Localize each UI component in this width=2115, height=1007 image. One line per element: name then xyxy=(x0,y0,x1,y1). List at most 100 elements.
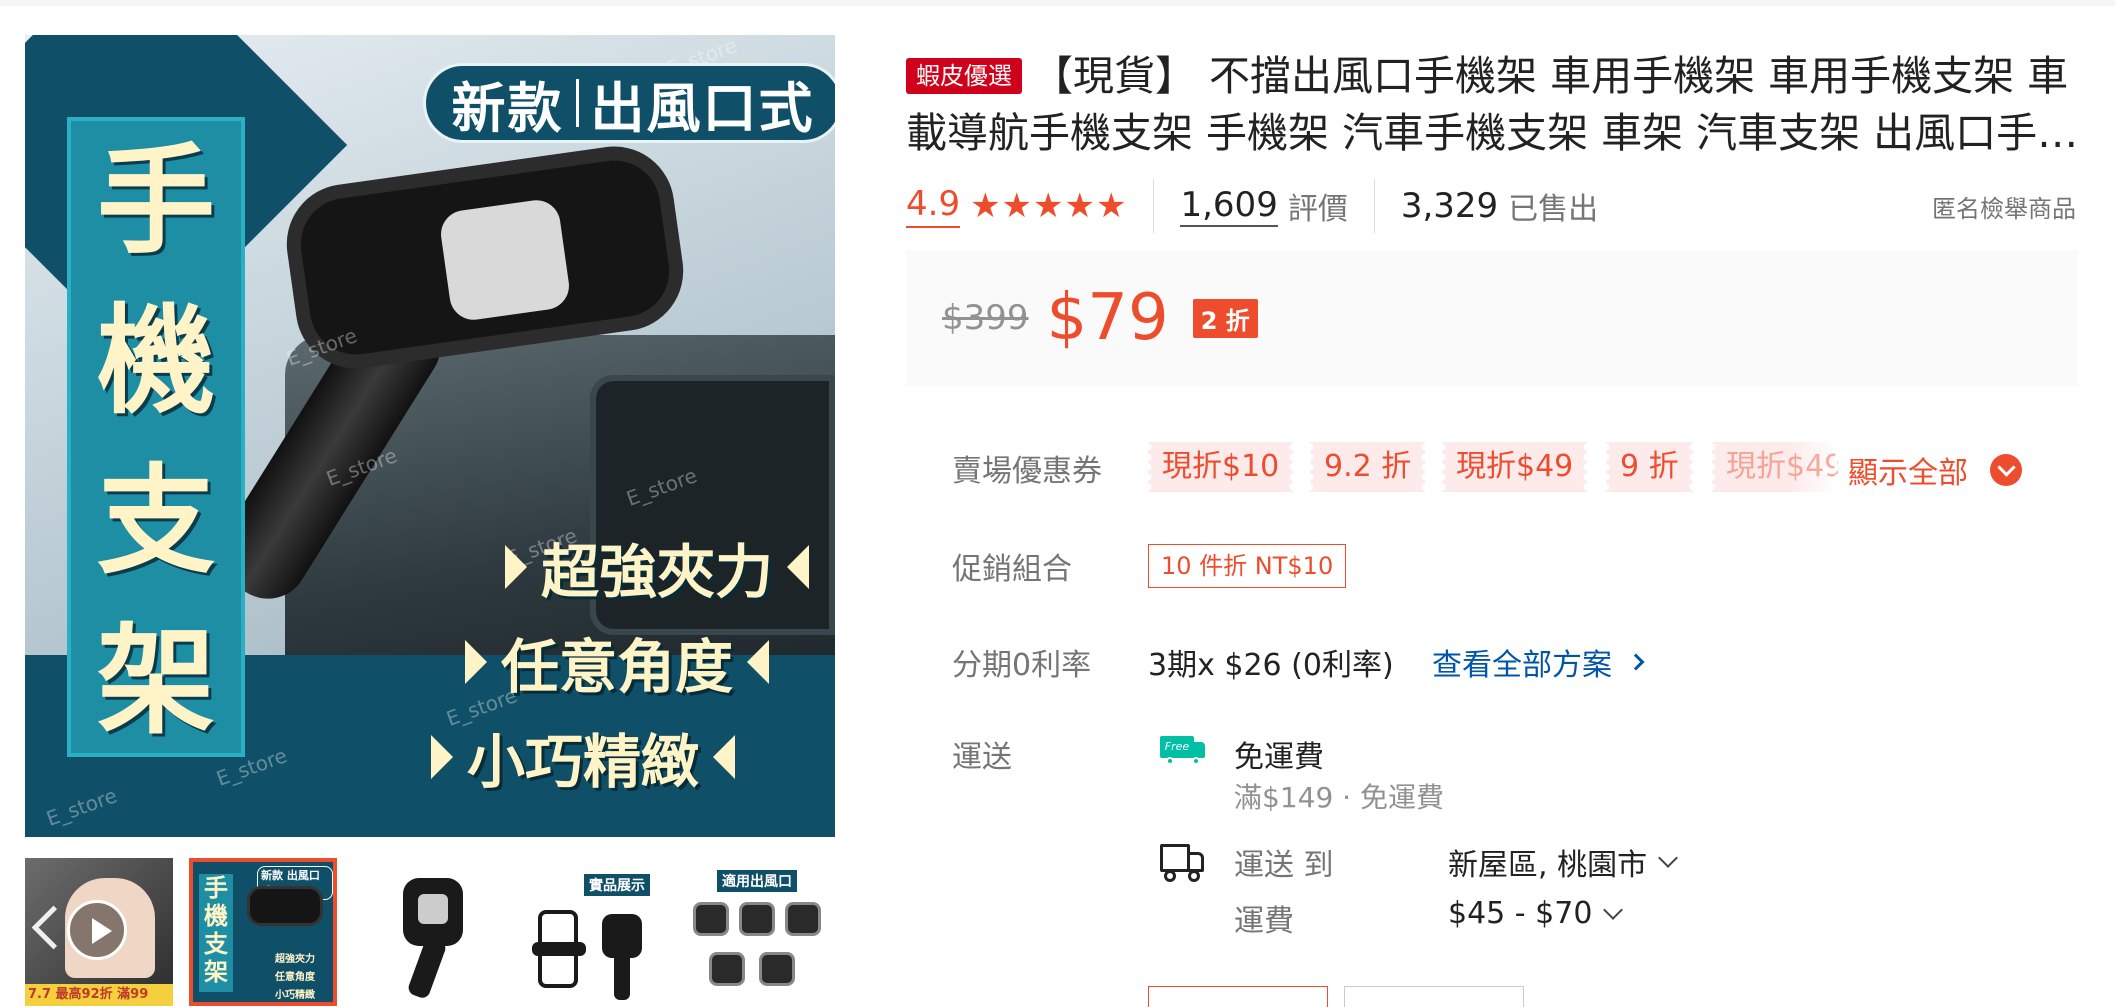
badge-separator xyxy=(575,79,579,127)
view-plans-text: 查看全部方案 xyxy=(1432,648,1612,683)
variant-option[interactable] xyxy=(1344,986,1524,1007)
divider xyxy=(1153,179,1155,233)
shop-vouchers-label: 賣場優惠券 xyxy=(952,454,1102,489)
vertical-title-char: 手 xyxy=(96,132,215,270)
product-title-block: 蝦皮優選 【現貨】 不擋出風口手機架 車用手機架 車用手機支架 車載導航手機支架 … xyxy=(906,48,2086,162)
shopee-choice-badge: 蝦皮優選 xyxy=(906,58,1022,94)
show-all-vouchers[interactable]: 顯示全部 xyxy=(1848,448,2022,492)
reviews-label: 評價 xyxy=(1287,192,1348,227)
thumbnail-vent-types[interactable]: 適用出風口 xyxy=(689,858,837,1006)
free-shipping-title: 免運費 xyxy=(1234,740,1324,775)
mini-feature: 小巧精緻 xyxy=(275,990,315,1001)
show-all-label: 顯示全部 xyxy=(1848,456,1968,491)
sold-label: 已售出 xyxy=(1508,192,1599,227)
wheel-shape xyxy=(1192,757,1200,765)
ship-to-selector[interactable]: 新屋區, 桃園市 xyxy=(1448,840,1678,884)
vent-shape xyxy=(693,902,729,936)
triangle-right-icon xyxy=(465,640,487,684)
mini-title-char: 架 xyxy=(204,958,228,986)
vertical-title-char: 架 xyxy=(96,612,215,750)
holder-arm-shape xyxy=(614,952,630,1000)
star-rating-icon: ★★★★★ xyxy=(970,186,1128,226)
vent-shape xyxy=(739,902,775,936)
vertical-title-char: 支 xyxy=(96,452,215,590)
wheel-shape xyxy=(1164,870,1176,882)
promo-banner-text: 7.7 最高92折 滿99 xyxy=(25,984,173,1006)
vent-types-tag: 適用出風口 xyxy=(717,870,797,892)
sold-count: 3,329 xyxy=(1400,186,1499,226)
mini-title-char: 機 xyxy=(204,902,228,930)
variant-option-selected[interactable] xyxy=(1148,986,1328,1007)
installment-value: 3期x $26 (0利率) xyxy=(1148,648,1394,683)
thumbnail-strip: 7.7 最高92折 滿99 手 機 支 架 新款 出風口式 超強夾力 任意角度 … xyxy=(25,858,837,1006)
play-icon[interactable] xyxy=(67,900,127,960)
product-title: 蝦皮優選 【現貨】 不擋出風口手機架 車用手機架 車用手機支架 車載導航手機支架 … xyxy=(906,48,2086,162)
truck-box-shape xyxy=(1160,844,1190,872)
thumbnail-prev-arrow-icon[interactable] xyxy=(30,900,60,960)
triangle-right-icon xyxy=(431,735,453,779)
discount-badge: 2 折 xyxy=(1192,298,1258,338)
rating-value[interactable]: 4.9 xyxy=(906,184,961,228)
bundle-promo-label: 促銷組合 xyxy=(952,552,1072,587)
triangle-left-icon xyxy=(787,545,810,589)
vent-shape xyxy=(759,952,795,986)
chevron-down-icon xyxy=(1990,454,2022,486)
ship-to-value: 新屋區, 桃園市 xyxy=(1448,848,1648,883)
current-price: $79 xyxy=(1046,281,1169,355)
thumbnail-main[interactable]: 手 機 支 架 新款 出風口式 超強夾力 任意角度 小巧精緻 xyxy=(189,858,337,1006)
mini-holder-shape xyxy=(247,886,323,926)
feature-compact: 小巧精緻 xyxy=(431,715,736,799)
voucher-chip[interactable]: 9 折 xyxy=(1606,442,1693,492)
report-product-link[interactable]: 匿名檢舉商品 xyxy=(1932,189,2076,224)
voucher-chip[interactable]: 現折$49 xyxy=(1442,442,1588,492)
mini-feature: 任意角度 xyxy=(275,972,315,983)
vent-shape xyxy=(785,902,821,936)
truck-icon xyxy=(1160,844,1206,884)
mini-title-char: 手 xyxy=(204,874,228,902)
shipping-fee-selector[interactable]: $45 - $70 xyxy=(1448,896,1624,931)
vertical-title-banner: 手 機 支 架 xyxy=(67,117,245,757)
voucher-chip[interactable]: 現折$49 xyxy=(1712,442,1838,492)
feature-text: 小巧精緻 xyxy=(467,728,700,796)
feature-text: 任意角度 xyxy=(501,633,734,701)
view-all-plans-link[interactable]: 查看全部方案 xyxy=(1432,640,1645,684)
reviews-count[interactable]: 1,609 xyxy=(1180,185,1278,227)
wheel-shape xyxy=(1188,870,1200,882)
triangle-left-icon xyxy=(747,640,770,684)
free-shipping-icon: Free xyxy=(1160,736,1206,766)
badge-new-text: 新款 xyxy=(451,76,564,140)
ship-to-label: 運送 到 xyxy=(1234,848,1334,883)
thumbnail-holder-product[interactable] xyxy=(358,858,506,1006)
divider xyxy=(1373,179,1375,233)
phone-holder-pad xyxy=(437,197,573,323)
chevron-right-icon xyxy=(1627,653,1645,671)
vent-shape xyxy=(709,952,745,986)
clamp-shape xyxy=(532,942,586,956)
new-style-badge: 新款 出風口式 xyxy=(423,63,835,143)
voucher-chip[interactable]: 現折$10 xyxy=(1148,442,1294,492)
holder-arm-shape xyxy=(406,936,448,1000)
triangle-left-icon xyxy=(713,735,736,779)
shipping-fee-label: 運費 xyxy=(1234,904,1294,939)
price-box: $399 $79 2 折 xyxy=(906,250,2078,386)
product-title-text: 【現貨】 不擋出風口手機架 車用手機架 車用手機支架 車載導航手機支架 手機架 … xyxy=(906,52,2079,157)
shipping-fee-value: $45 - $70 xyxy=(1448,896,1593,931)
wheel-shape xyxy=(1166,757,1174,765)
main-product-image[interactable]: E_store E_store E_store E_store E_store … xyxy=(25,35,835,837)
free-shipping-condition: 滿$149 · 免運費 xyxy=(1234,781,1444,814)
thumbnail-real-photo[interactable]: 實品展示 xyxy=(522,858,670,1006)
rating-row: 4.9 ★★★★★ 1,609 評價 3,329 已售出 匿名檢舉商品 xyxy=(906,178,2076,234)
top-divider xyxy=(0,0,2115,6)
feature-any-angle: 任意角度 xyxy=(465,620,770,704)
vertical-title-char: 機 xyxy=(96,292,215,430)
mini-vertical-title: 手 機 支 架 xyxy=(199,874,233,992)
truck-cab-shape xyxy=(1188,852,1204,872)
free-icon-text: Free xyxy=(1160,736,1194,758)
mini-title-char: 支 xyxy=(204,930,228,958)
triangle-right-icon xyxy=(505,545,527,589)
installment-label: 分期0利率 xyxy=(952,648,1092,683)
real-photo-tag: 實品展示 xyxy=(584,874,650,896)
original-price: $399 xyxy=(942,298,1029,338)
voucher-chip[interactable]: 9.2 折 xyxy=(1310,442,1426,492)
bundle-promo-tag[interactable]: 10 件折 NT$10 xyxy=(1148,544,1347,588)
